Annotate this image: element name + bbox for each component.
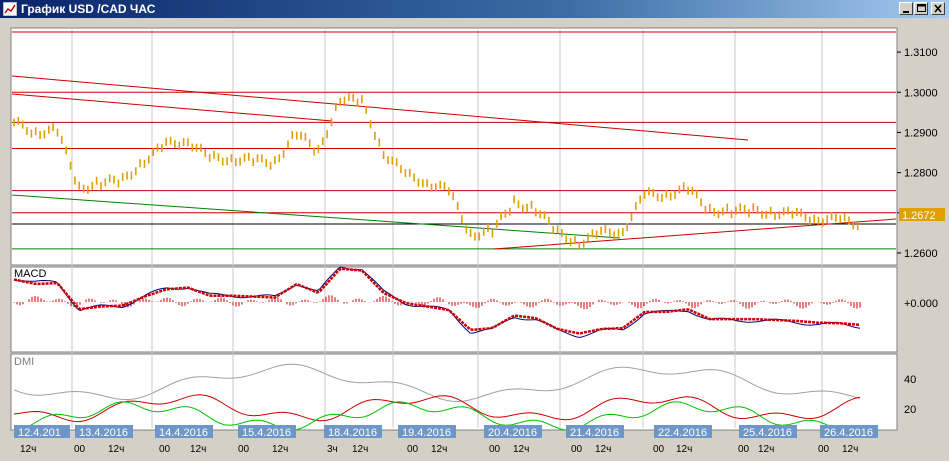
date-label-6: 20.4.2016 <box>488 427 537 439</box>
current-price: 1.2672 <box>902 210 936 222</box>
price-tick-1: 1.3000 <box>904 87 938 99</box>
hour-label-10: 12ч <box>431 444 447 455</box>
price-axis: 1.31001.30001.29001.28001.27001.2600 <box>897 47 938 260</box>
hour-label-0: 12ч <box>20 444 36 455</box>
current-price-tag: 1.2672 <box>899 208 945 222</box>
dmi-tick-20: 20 <box>904 404 916 416</box>
date-label-10: 26.4.2016 <box>824 427 873 439</box>
macd-label: MACD <box>14 268 46 280</box>
window-title: График USD /CAD ЧАС <box>21 2 156 16</box>
hour-label-19: 00 <box>818 444 830 455</box>
hour-label-16: 12ч <box>676 444 692 455</box>
price-panel[interactable] <box>10 27 898 266</box>
hour-label-20: 12ч <box>842 444 858 455</box>
chart-icon <box>3 2 17 16</box>
date-label-5: 19.4.2016 <box>402 427 451 439</box>
close-button[interactable] <box>931 2 945 15</box>
minimize-icon <box>903 11 909 13</box>
hour-label-9: 00 <box>407 444 419 455</box>
hour-label-6: 12ч <box>272 444 288 455</box>
hour-label-17: 00 <box>738 444 750 455</box>
dmi-tick-40: 40 <box>904 374 916 386</box>
hour-label-1: 00 <box>74 444 86 455</box>
price-tick-3: 1.2800 <box>904 168 938 180</box>
date-label-8: 22.4.2016 <box>658 427 707 439</box>
hour-label-8: 12ч <box>352 444 368 455</box>
date-label-9: 25.4.2016 <box>743 427 792 439</box>
price-tick-2: 1.2900 <box>904 127 938 139</box>
chart-window: График USD /CAD ЧАС 1.3100 1.3000 1.2900 1.… <box>0 0 949 461</box>
hour-label-11: 00 <box>489 444 501 455</box>
hour-label-13: 00 <box>571 444 583 455</box>
hour-label-5: 00 <box>238 444 250 455</box>
date-label-2: 14.4.2016 <box>159 427 208 439</box>
hour-label-7: 3ч <box>327 444 338 455</box>
hour-label-4: 12ч <box>190 444 206 455</box>
date-label-0: 12.4.201 <box>18 427 61 439</box>
date-label-3: 15.4.2016 <box>242 427 291 439</box>
macd-zero-tick: +0.000 <box>904 298 938 310</box>
hour-label-3: 00 <box>159 444 171 455</box>
hour-label-15: 00 <box>653 444 665 455</box>
hour-label-14: 12ч <box>595 444 611 455</box>
close-icon <box>934 4 942 13</box>
hour-label-18: 12ч <box>758 444 774 455</box>
macd-panel[interactable] <box>10 266 898 353</box>
date-label-1: 13.4.2016 <box>79 427 128 439</box>
date-label-7: 21.4.2016 <box>570 427 619 439</box>
date-label-4: 18.4.2016 <box>328 427 377 439</box>
maximize-button[interactable] <box>914 2 928 15</box>
hour-label-12: 12ч <box>513 444 529 455</box>
chart-area[interactable]: 1.31001.30001.29001.28001.27001.2600 MAC… <box>0 18 949 461</box>
minimize-button[interactable] <box>899 2 913 15</box>
price-tick-0: 1.3100 <box>904 47 938 59</box>
title-bar[interactable]: График USD /CAD ЧАС <box>0 0 949 18</box>
dmi-label: DMI <box>14 356 34 368</box>
price-tick-5: 1.2600 <box>904 248 938 260</box>
hour-label-2: 12ч <box>108 444 124 455</box>
maximize-icon <box>917 4 926 12</box>
